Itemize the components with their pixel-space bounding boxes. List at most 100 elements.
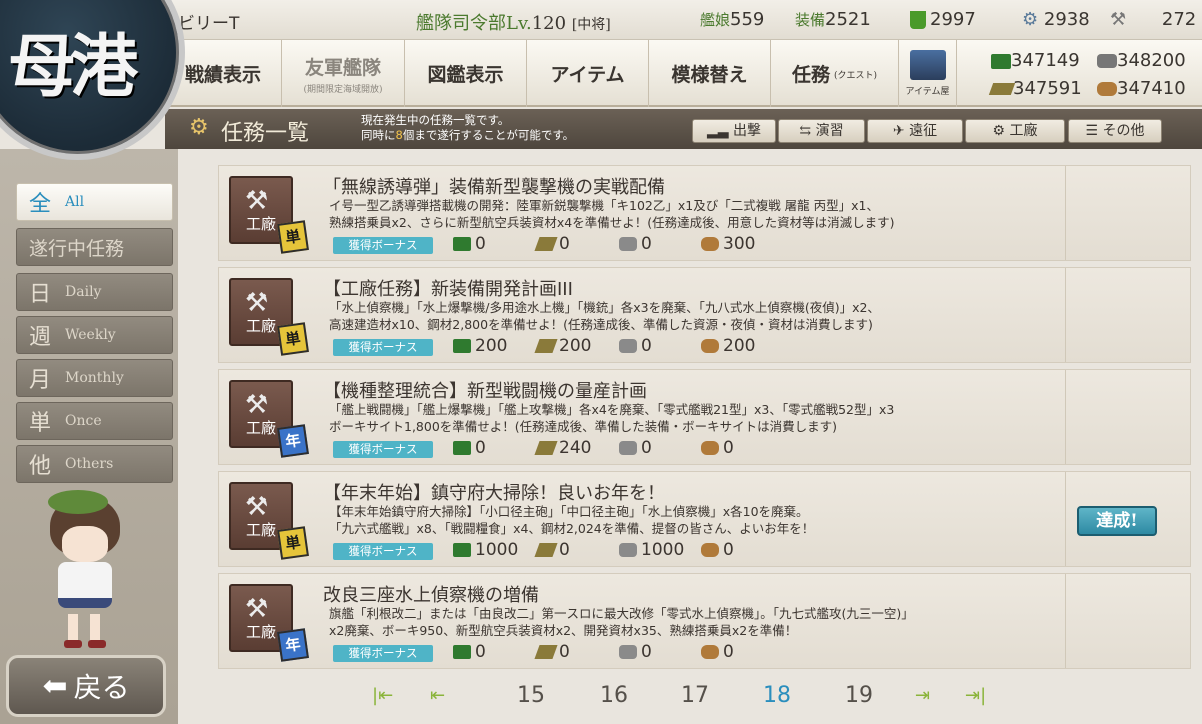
bauxite-icon: [701, 645, 719, 659]
nav-items[interactable]: アイテム: [527, 40, 649, 107]
first-page-icon[interactable]: |⇤: [372, 685, 393, 706]
ammo-icon: [534, 645, 558, 659]
quest-title: 改良三座水上偵察機の増備: [323, 585, 539, 606]
steel-icon: [619, 645, 637, 659]
row-divider: [1065, 268, 1066, 362]
reward-fuel: 200: [453, 336, 507, 356]
quest-row[interactable]: ⚒ 工廠 単 「無線誘導弾」装備新型襲撃機の実戦配備 イ号一型乙誘導弾搭載機の開発…: [218, 165, 1191, 261]
nav-quests[interactable]: 任務 (クエスト): [771, 40, 899, 107]
item-shop-button[interactable]: アイテム屋: [899, 40, 957, 107]
reward-bauxite: 0: [701, 642, 734, 662]
tab-arsenal[interactable]: ⚙ 工廠: [965, 119, 1065, 143]
reward-bauxite: 0: [701, 438, 734, 458]
reward-fuel: 0: [453, 642, 486, 662]
back-button[interactable]: ⬅ 戻る: [6, 655, 166, 717]
quest-description: 旗艦「利根改二」または「由良改二」第一スロに最大改修「零式水上偵察機」。「九七式…: [329, 606, 914, 638]
page-17[interactable]: 17: [681, 683, 709, 708]
quest-row[interactable]: ⚒ 工廠 年 【機種整理統合】新型戦闘機の量産計画 「艦上戦闘機」「艦上爆撃機」「…: [218, 369, 1191, 465]
hq-label: 艦隊司令部Lv.120 [中将]: [416, 13, 611, 34]
page-15[interactable]: 15: [517, 683, 545, 708]
bonus-label: 獲得ボーナス: [333, 645, 433, 662]
last-page-icon[interactable]: ⇥|: [965, 685, 986, 706]
bucket-count: 2997: [910, 9, 976, 30]
prev-pages-icon[interactable]: ⇤: [430, 685, 445, 706]
quest-row[interactable]: ⚒ 工廠 年 改良三座水上偵察機の増備 旗艦「利根改二」または「由良改二」第一スロ…: [218, 573, 1191, 669]
page-16[interactable]: 16: [600, 683, 628, 708]
devmat-icon: ⚙: [1022, 9, 1039, 30]
ammo-icon: [534, 543, 558, 557]
filter-others[interactable]: 他 Others: [16, 445, 173, 483]
quest-description: 【年末年始鎮守府大掃除】「小口径主砲」「中口径主砲」「水上偵察機」x各10を廃棄…: [329, 504, 815, 536]
ammo-icon: [534, 237, 558, 251]
frequency-badge: 年: [277, 424, 309, 458]
ammo-icon: [534, 339, 558, 353]
fuel-icon: [453, 441, 471, 455]
row-divider: [1065, 574, 1066, 668]
sortie-icon: ▂▃: [707, 123, 729, 139]
expedition-icon: ✈: [892, 123, 905, 139]
row-divider: [1065, 166, 1066, 260]
page-18-current[interactable]: 18: [763, 683, 791, 708]
fuel-icon: [453, 237, 471, 251]
nav-library[interactable]: 図鑑表示: [405, 40, 527, 107]
tab-other[interactable]: ☰ その他: [1068, 119, 1162, 143]
reward-fuel: 0: [453, 438, 486, 458]
bauxite-icon: [701, 339, 719, 353]
reward-bauxite: 200: [701, 336, 755, 356]
reward-ammo: 200: [534, 336, 591, 356]
next-pages-icon[interactable]: ⇥: [915, 685, 930, 706]
filter-all[interactable]: 全 All: [16, 183, 173, 221]
reward-fuel: 1000: [453, 540, 518, 560]
devmat-count: ⚙ 2938: [1022, 9, 1090, 30]
quest-description: 「艦上戦闘機」「艦上爆撃機」「艦上攻撃機」各x4を廃棄、「零式艦戦21型」x3、…: [329, 402, 895, 434]
bonus-label: 獲得ボーナス: [333, 339, 433, 356]
reward-steel: 0: [619, 234, 652, 254]
filter-monthly[interactable]: 月 Monthly: [16, 359, 173, 397]
gear-icon: ⚙: [189, 115, 209, 140]
quest-description: イ号一型乙誘導弾搭載機の開発：陸軍新鋭襲撃機「キ102乙」x1及び「二式複戦 屠…: [329, 198, 895, 230]
bauxite-icon: [701, 237, 719, 251]
filter-in-progress[interactable]: 遂行中任務: [16, 228, 173, 266]
main-nav: 戦績表示 友軍艦隊 (期間限定海域開放) 図鑑表示 アイテム 模様替え 任務 (クエ…: [165, 40, 1202, 107]
bauxite-icon: [1097, 82, 1117, 96]
steel-icon: [619, 441, 637, 455]
tab-sortie[interactable]: ▂▃ 出撃: [692, 119, 776, 143]
fuel-icon: [453, 645, 471, 659]
quest-row[interactable]: ⚒ 工廠 単 【工廠任務】新装備開発計画III 「水上偵察機」「水上爆撃機/多用途…: [218, 267, 1191, 363]
home-port-logo[interactable]: 母港: [0, 0, 185, 160]
filter-weekly[interactable]: 週 Weekly: [16, 316, 173, 354]
arsenal-icon: ⚙: [992, 123, 1006, 139]
resource-fuel: 347149: [991, 50, 1080, 71]
filter-once[interactable]: 単 Once: [16, 402, 173, 440]
reward-steel: 1000: [619, 540, 684, 560]
quest-complete-badge[interactable]: 達成!: [1077, 506, 1157, 536]
fuel-icon: [991, 53, 1011, 69]
quest-description: 「水上偵察機」「水上爆撃機/多用途水上機」「機銃」各x3を廃棄、「九八式水上偵察…: [329, 300, 880, 332]
quest-info-text: 現在発生中の任務一覧です。 同時に8個まで遂行することが可能です。: [361, 113, 575, 142]
quest-title: 【機種整理統合】新型戦闘機の量産計画: [323, 381, 647, 402]
page-19[interactable]: 19: [845, 683, 873, 708]
secretary-ship-mascot: [28, 490, 148, 650]
tab-exercise[interactable]: ⇆ 演習: [778, 119, 865, 143]
reward-steel: 0: [619, 438, 652, 458]
equip-count: 装備2521: [795, 9, 871, 30]
frequency-badge: 単: [277, 220, 309, 254]
ammo-icon: [988, 83, 1016, 95]
reward-bauxite: 0: [701, 540, 734, 560]
row-divider: [1065, 370, 1066, 464]
nav-friend-fleet[interactable]: 友軍艦隊 (期間限定海域開放): [282, 40, 405, 107]
player-name: ビリーT: [178, 14, 240, 34]
frequency-badge: 年: [277, 628, 309, 662]
tab-expedition[interactable]: ✈ 遠征: [867, 119, 963, 143]
filter-daily[interactable]: 日 Daily: [16, 273, 173, 311]
bonus-label: 獲得ボーナス: [333, 543, 433, 560]
ship-count: 艦娘559: [700, 9, 765, 30]
reward-fuel: 0: [453, 234, 486, 254]
screw-icon: ⚒: [1110, 9, 1127, 30]
quest-title: 「無線誘導弾」装備新型襲撃機の実戦配備: [323, 177, 665, 198]
quest-title: 【年末年始】鎮守府大掃除！良いお年を！: [323, 483, 665, 504]
shop-icon: [909, 50, 946, 80]
quest-row[interactable]: ⚒ 工廠 単 【年末年始】鎮守府大掃除！良いお年を！ 【年末年始鎮守府大掃除】「小…: [218, 471, 1191, 567]
screw-count: ⚒ 272: [1110, 9, 1197, 30]
nav-furniture[interactable]: 模様替え: [649, 40, 771, 107]
